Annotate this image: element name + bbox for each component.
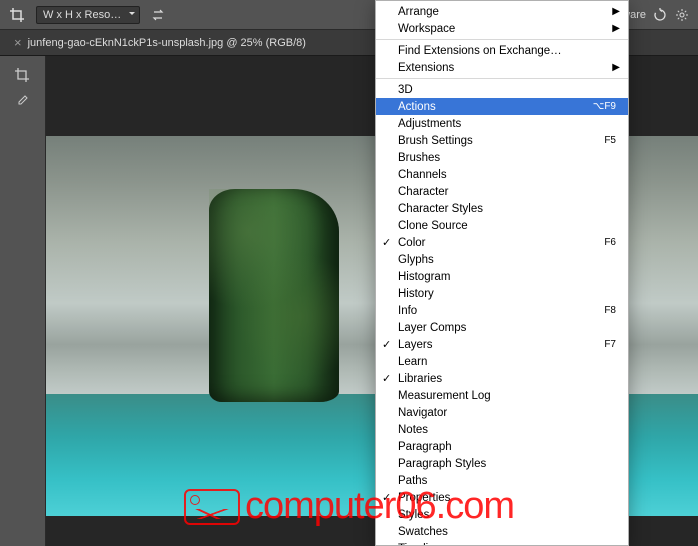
settings-gear-icon[interactable] xyxy=(674,7,690,23)
menu-item-label: Workspace xyxy=(398,23,455,35)
menu-item-label: Paragraph xyxy=(398,441,452,453)
document-title: junfeng-gao-cEknN1ckP1s-unsplash.jpg @ 2… xyxy=(28,37,306,49)
menu-item[interactable]: Clone Source xyxy=(376,217,628,234)
menu-item[interactable]: Info F8 xyxy=(376,302,628,319)
submenu-arrow-icon: ▶ xyxy=(612,62,620,73)
menu-item-label: Info xyxy=(398,305,417,317)
menu-item-label: Libraries xyxy=(398,373,442,385)
menu-item-label: Layers xyxy=(398,339,433,351)
menu-item[interactable]: Learn xyxy=(376,353,628,370)
menu-item-label: 3D xyxy=(398,84,413,96)
submenu-arrow-icon: ▶ xyxy=(612,23,620,34)
menu-item-label: Styles xyxy=(398,509,429,521)
menu-item-label: Histogram xyxy=(398,271,450,283)
menu-item[interactable]: Adjustments xyxy=(376,115,628,132)
menu-item[interactable]: Actions ⌥F9 xyxy=(376,98,628,115)
menu-item-label: Extensions xyxy=(398,62,454,74)
menu-item-label: Find Extensions on Exchange… xyxy=(398,45,562,57)
menu-item[interactable]: Histogram xyxy=(376,268,628,285)
window-menu: Arrange ▶ Workspace ▶ Find Extensions on Exc… xyxy=(375,0,629,546)
menu-item[interactable]: Paragraph Styles xyxy=(376,455,628,472)
menu-item[interactable]: Extensions ▶ xyxy=(376,59,628,76)
submenu-arrow-icon: ▶ xyxy=(612,6,620,17)
menu-item-label: Channels xyxy=(398,169,447,181)
menu-item[interactable]: ✓Libraries xyxy=(376,370,628,387)
shortcut-label: F7 xyxy=(604,339,616,350)
swap-dimensions-icon[interactable] xyxy=(150,7,166,23)
menu-item-label: Brushes xyxy=(398,152,440,164)
menu-item-label: Properties xyxy=(398,492,450,504)
menu-item[interactable]: Glyphs xyxy=(376,251,628,268)
menu-item-label: Navigator xyxy=(398,407,447,419)
menu-item-label: Character Styles xyxy=(398,203,483,215)
shortcut-label: F8 xyxy=(604,305,616,316)
menu-item-label: History xyxy=(398,288,434,300)
shortcut-label: ⌥F9 xyxy=(593,101,616,112)
menu-item[interactable]: 3D xyxy=(376,81,628,98)
menu-item-label: Character xyxy=(398,186,449,198)
menu-item[interactable]: Swatches xyxy=(376,523,628,540)
menu-item[interactable]: Styles xyxy=(376,506,628,523)
close-tab-icon[interactable]: × xyxy=(14,35,22,50)
menu-item-label: Swatches xyxy=(398,526,448,538)
menu-item-label: Paragraph Styles xyxy=(398,458,486,470)
menu-item[interactable]: Character Styles xyxy=(376,200,628,217)
menu-item[interactable]: Paragraph xyxy=(376,438,628,455)
menu-item-label: Measurement Log xyxy=(398,390,491,402)
menu-item[interactable]: Brush Settings F5 xyxy=(376,132,628,149)
crop-tool-icon[interactable] xyxy=(4,62,40,88)
menu-item-label: Adjustments xyxy=(398,118,461,130)
menu-item[interactable]: Paths xyxy=(376,472,628,489)
eyedropper-tool-icon[interactable] xyxy=(4,90,40,116)
menu-item[interactable]: Character xyxy=(376,183,628,200)
menu-item[interactable]: Arrange ▶ xyxy=(376,3,628,20)
shortcut-label: F5 xyxy=(604,135,616,146)
menu-item-label: Paths xyxy=(398,475,427,487)
menu-item-label: Actions xyxy=(398,101,436,113)
crop-tool-icon[interactable] xyxy=(8,6,26,24)
menu-item[interactable]: Notes xyxy=(376,421,628,438)
photoshop-window: W x H x Reso… px/in Clear ontent-Aware ×… xyxy=(0,0,698,546)
menu-item[interactable]: Navigator xyxy=(376,404,628,421)
menu-item[interactable]: Measurement Log xyxy=(376,387,628,404)
shortcut-label: F6 xyxy=(604,237,616,248)
reset-icon[interactable] xyxy=(652,7,668,23)
menu-item[interactable]: Layer Comps xyxy=(376,319,628,336)
menu-item[interactable]: History xyxy=(376,285,628,302)
menu-item-label: Glyphs xyxy=(398,254,434,266)
menu-item[interactable]: Channels xyxy=(376,166,628,183)
menu-item-label: Notes xyxy=(398,424,428,436)
menu-item-label: Color xyxy=(398,237,425,249)
menu-item-label: Timeline xyxy=(398,543,441,546)
menu-item[interactable]: Workspace ▶ xyxy=(376,20,628,37)
menu-item[interactable]: Find Extensions on Exchange… xyxy=(376,42,628,59)
menu-item[interactable]: ✓ColorF6 xyxy=(376,234,628,251)
menu-item-label: Brush Settings xyxy=(398,135,473,147)
document-tab[interactable]: × junfeng-gao-cEknN1ckP1s-unsplash.jpg @… xyxy=(4,30,316,55)
menu-item-label: Layer Comps xyxy=(398,322,466,334)
menu-item[interactable]: ✓Timeline xyxy=(376,540,628,546)
menu-item-label: Arrange xyxy=(398,6,439,18)
menu-item-label: Learn xyxy=(398,356,427,368)
crop-preset-dropdown[interactable]: W x H x Reso… xyxy=(36,6,140,24)
menu-item[interactable]: Brushes xyxy=(376,149,628,166)
menu-item-label: Clone Source xyxy=(398,220,468,232)
menu-item[interactable]: ✓LayersF7 xyxy=(376,336,628,353)
menu-item[interactable]: ✓Properties xyxy=(376,489,628,506)
toolbox xyxy=(0,56,46,546)
